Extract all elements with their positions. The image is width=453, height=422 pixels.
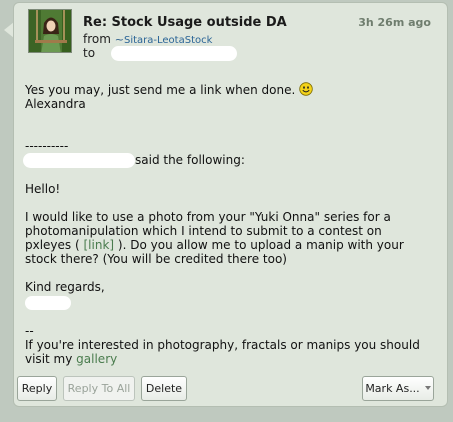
- reply-all-button[interactable]: Reply To All: [63, 376, 135, 401]
- redacted-recipient: [110, 46, 237, 61]
- avatar[interactable]: [28, 9, 72, 53]
- greeting: Hello!: [25, 182, 61, 196]
- from-label: from: [83, 32, 111, 46]
- sig-line-1: If you're interested in photography, fra…: [25, 338, 420, 352]
- quote-line-4: stock there? (You will be credited there…: [25, 252, 287, 266]
- message-subject[interactable]: Re: Stock Usage outside DA: [83, 15, 287, 30]
- quote-line-1: I would like to use a photo from your "Y…: [25, 210, 391, 224]
- contest-link[interactable]: [link]: [84, 238, 115, 252]
- said-following-text: said the following:: [135, 153, 245, 167]
- redacted-signer: [25, 296, 71, 310]
- from-row: from ~Sitara-LeotaStock: [83, 32, 212, 46]
- reply-button[interactable]: Reply: [17, 376, 57, 401]
- delete-button[interactable]: Delete: [141, 376, 187, 401]
- smiley-icon: [299, 82, 313, 96]
- to-row: to: [83, 46, 237, 61]
- mark-as-dropdown[interactable]: Mark As...: [362, 376, 434, 401]
- message-body: Yes you may, just send me a link when do…: [23, 82, 440, 366]
- redacted-author: [23, 153, 135, 168]
- quote-line-3-post: ). Do you allow me to upload a manip wit…: [117, 238, 404, 252]
- message-timestamp: 3h 26m ago: [358, 16, 431, 29]
- sig-separator: --: [25, 324, 34, 338]
- action-bar: Reply Reply To All Delete Mark As...: [16, 376, 436, 404]
- gallery-link[interactable]: gallery: [76, 352, 117, 366]
- chevron-down-icon: [424, 386, 431, 390]
- quote-line-3-pre: pxleyes (: [25, 238, 80, 252]
- sender-username-link[interactable]: Sitara-LeotaStock: [124, 35, 212, 46]
- user-symbol: ~: [114, 33, 124, 46]
- sig-line-2-pre: visit my: [25, 352, 73, 366]
- quote-separator: ----------: [25, 139, 69, 153]
- reply-line: Yes you may, just send me a link when do…: [25, 83, 296, 97]
- closing: Kind regards,: [25, 280, 105, 294]
- quote-line-2: photomanipulation which I intend to subm…: [25, 224, 382, 238]
- mark-as-label: Mark As...: [365, 382, 420, 395]
- signature-name: Alexandra: [25, 97, 86, 111]
- to-label: to: [83, 46, 96, 60]
